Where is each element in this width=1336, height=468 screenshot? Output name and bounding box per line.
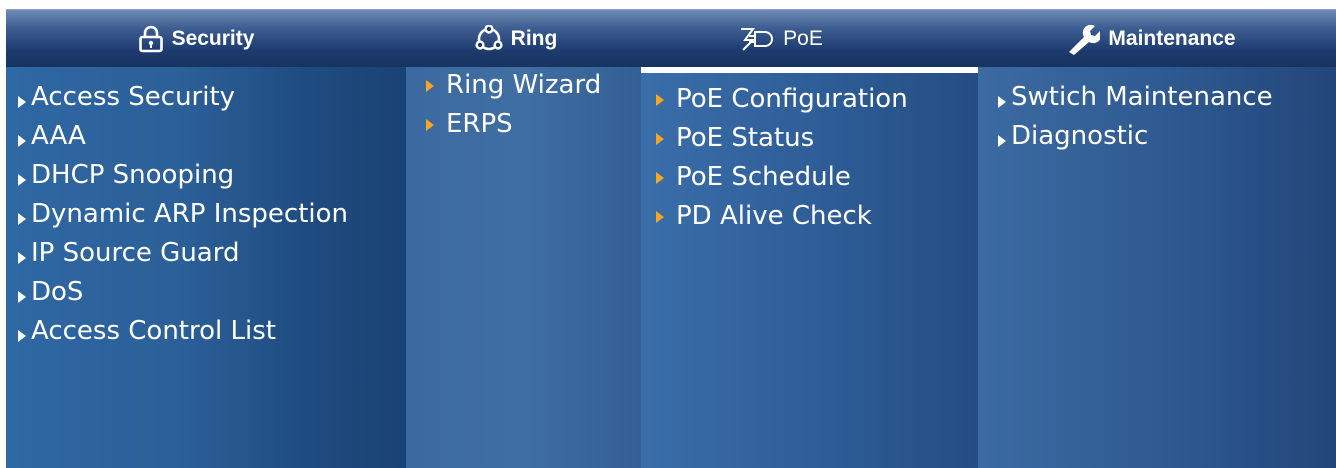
menu-ring-label: Ring <box>510 27 558 50</box>
security-submenu: Access Security AAA DHCP Snooping Dynami… <box>18 78 348 351</box>
submenu-item-ip-source-guard[interactable]: IP Source Guard <box>18 234 348 273</box>
poe-panel-top-divider <box>641 67 978 73</box>
arrow-right-icon <box>998 134 1006 147</box>
poe-icon <box>739 26 775 52</box>
submenu-item-dhcp-snooping[interactable]: DHCP Snooping <box>18 156 348 195</box>
arrow-right-icon <box>656 210 664 223</box>
arrow-right-icon <box>426 79 434 92</box>
arrow-right-icon <box>18 329 26 342</box>
menu-maintenance-label: Maintenance <box>1108 27 1236 50</box>
wrench-icon <box>1066 23 1101 55</box>
ring-icon <box>475 25 503 53</box>
arrow-right-icon <box>18 212 26 225</box>
menu-header-bar: Security Ring PoE Maintenance <box>6 9 1336 68</box>
submenu-item-dos[interactable]: DoS <box>18 273 348 312</box>
arrow-right-icon <box>18 95 26 108</box>
arrow-right-icon <box>656 93 664 106</box>
arrow-right-icon <box>656 171 664 184</box>
submenu-item-dynamic-arp-inspection[interactable]: Dynamic ARP Inspection <box>18 195 348 234</box>
main-menu: Security Ring PoE Maintenance Access Sec… <box>6 0 1336 468</box>
submenu-item-ring-wizard[interactable]: Ring Wizard <box>426 66 601 105</box>
maintenance-submenu: Swtich Maintenance Diagnostic <box>998 78 1273 156</box>
submenu-item-aaa[interactable]: AAA <box>18 117 348 156</box>
arrow-right-icon <box>18 290 26 303</box>
arrow-right-icon <box>656 132 664 145</box>
submenu-item-erps[interactable]: ERPS <box>426 105 601 144</box>
menu-poe-label: PoE <box>783 27 823 50</box>
submenu-item-pd-alive-check[interactable]: PD Alive Check <box>656 197 908 236</box>
arrow-right-icon <box>18 173 26 186</box>
submenu-item-poe-configuration[interactable]: PoE Configuration <box>656 80 908 119</box>
submenu-item-access-security[interactable]: Access Security <box>18 78 348 117</box>
arrow-right-icon <box>18 134 26 147</box>
arrow-right-icon <box>426 118 434 131</box>
ring-submenu: Ring Wizard ERPS <box>426 66 601 144</box>
arrow-right-icon <box>998 95 1006 108</box>
submenu-item-poe-status[interactable]: PoE Status <box>656 119 908 158</box>
menu-poe[interactable]: PoE <box>696 10 866 68</box>
menu-security-label: Security <box>171 27 255 50</box>
submenu-item-poe-schedule[interactable]: PoE Schedule <box>656 158 908 197</box>
submenu-item-switch-maintenance[interactable]: Swtich Maintenance <box>998 78 1273 117</box>
poe-submenu: PoE Configuration PoE Status PoE Schedul… <box>656 80 908 236</box>
submenu-item-diagnostic[interactable]: Diagnostic <box>998 117 1273 156</box>
submenu-item-access-control-list[interactable]: Access Control List <box>18 312 348 351</box>
lock-icon <box>138 25 164 53</box>
menu-maintenance[interactable]: Maintenance <box>1036 10 1266 68</box>
arrow-right-icon <box>18 251 26 264</box>
menu-security[interactable]: Security <box>106 10 286 68</box>
menu-ring[interactable]: Ring <box>446 10 586 68</box>
